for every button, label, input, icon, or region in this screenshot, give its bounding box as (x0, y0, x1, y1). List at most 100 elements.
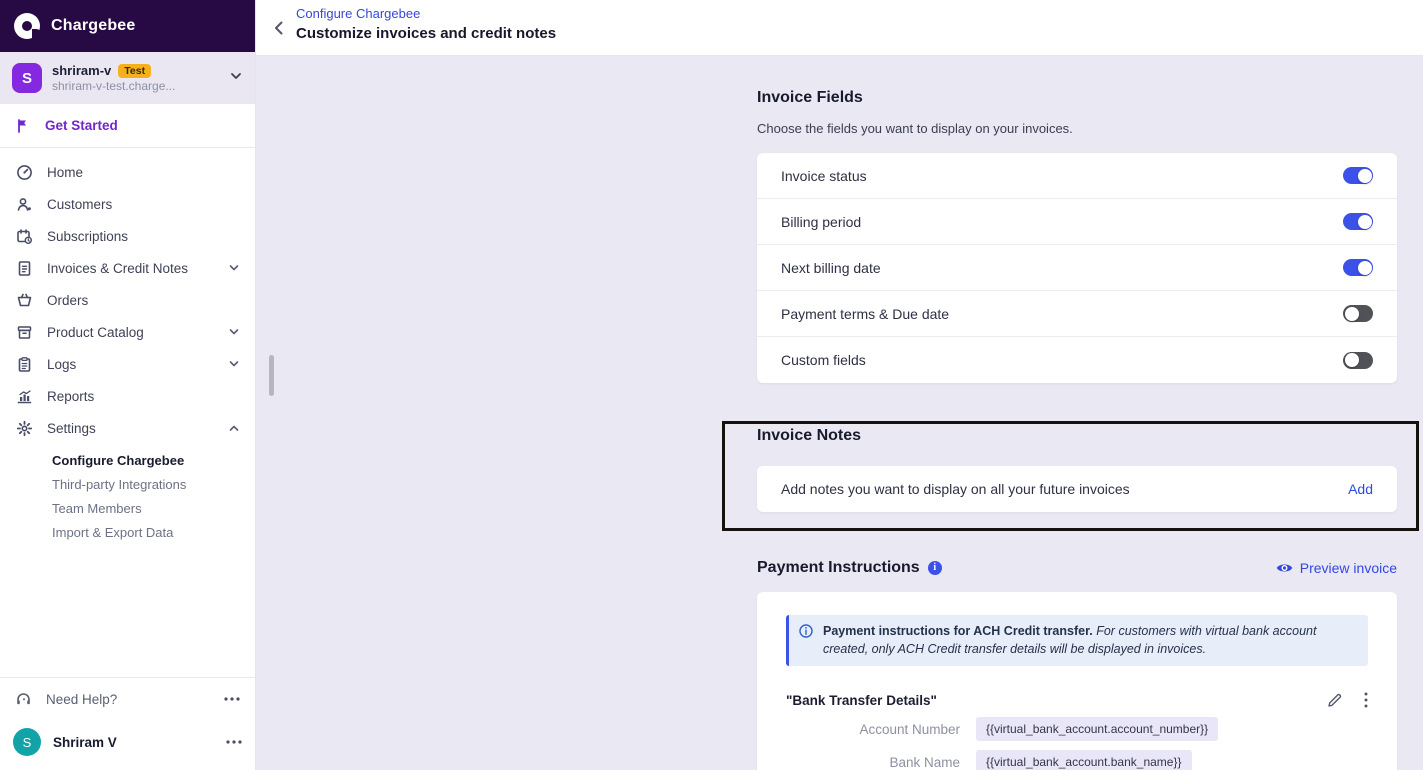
invoice-fields-subtitle: Choose the fields you want to display on… (757, 121, 1073, 136)
sidebar-item-product-catalog[interactable]: Product Catalog (0, 316, 255, 348)
sidebar-item-third-party-integrations[interactable]: Third-party Integrations (0, 472, 255, 496)
nav-label: Invoices & Credit Notes (47, 260, 189, 276)
site-name: shriram-v (52, 63, 112, 78)
ellipsis-icon[interactable] (224, 697, 240, 701)
sidebar-item-configure-chargebee[interactable]: Configure Chargebee (0, 448, 255, 472)
brand-header: Chargebee (0, 0, 255, 52)
sidebar-bottom: Need Help? S Shriram V (0, 677, 255, 770)
nav-label: Customers (47, 196, 113, 212)
kebab-menu-icon[interactable] (1364, 692, 1368, 708)
sidebar: Chargebee S shriram-v Test shriram-v-tes… (0, 0, 256, 770)
toggle-row-billing-period: Billing period (757, 199, 1397, 245)
payment-instructions-title: Payment Instructions (757, 559, 920, 576)
settings-column: Invoice Fields Choose the fields you wan… (757, 56, 1397, 770)
sidebar-item-customers[interactable]: Customers (0, 188, 255, 220)
chevron-down-icon (228, 326, 240, 338)
field-label: Account Number (859, 721, 960, 737)
site-domain: shriram-v-test.charge... (52, 79, 176, 93)
nav-label: Settings (47, 420, 96, 436)
toggle-label: Next billing date (781, 259, 881, 276)
sidebar-item-logs[interactable]: Logs (0, 348, 255, 380)
get-started-label: Get Started (45, 118, 118, 133)
toggle-row-next-billing-date: Next billing date (757, 245, 1397, 291)
field-label: Bank Name (889, 754, 960, 770)
billing-period-toggle[interactable] (1343, 213, 1373, 230)
main-content: Invoice Fields Choose the fields you wan… (256, 56, 1423, 770)
sidebar-item-import-export-data[interactable]: Import & Export Data (0, 520, 255, 544)
invoice-notes-card: Add notes you want to display on all you… (757, 466, 1397, 512)
payment-instructions-card: Payment instructions for ACH Credit tran… (757, 592, 1397, 770)
preview-invoice-button[interactable]: Preview invoice (1276, 560, 1397, 576)
sidebar-item-reports[interactable]: Reports (0, 380, 255, 412)
field-row-account-number: Account Number {{virtual_bank_account.ac… (786, 717, 1368, 741)
chevron-down-icon (228, 358, 240, 370)
nav-label: Home (47, 164, 84, 180)
toggle-row-custom-fields: Custom fields (757, 337, 1397, 383)
user-name: Shriram V (53, 734, 117, 750)
site-avatar: S (12, 63, 42, 93)
settings-icon (15, 419, 33, 437)
sidebar-item-invoices[interactable]: Invoices & Credit Notes (0, 252, 255, 284)
invoice-notes-title: Invoice Notes (757, 427, 862, 444)
brand-name: Chargebee (51, 17, 136, 34)
sidebar-item-subscriptions[interactable]: Subscriptions (0, 220, 255, 252)
ellipsis-icon[interactable] (226, 740, 242, 744)
invoice-fields-card: Invoice status Billing period Next billi… (757, 153, 1397, 383)
merge-var-chip: {{virtual_bank_account.bank_name}} (976, 750, 1192, 770)
custom-fields-toggle[interactable] (1343, 351, 1373, 369)
toggle-label: Invoice status (781, 167, 867, 184)
customers-icon (15, 195, 33, 213)
next-billing-date-toggle[interactable] (1343, 259, 1373, 276)
nav-label: Orders (47, 292, 89, 308)
invoice-notes-text: Add notes you want to display on all you… (781, 481, 1130, 497)
logs-icon (15, 355, 33, 373)
toggle-label: Payment terms & Due date (781, 305, 950, 322)
ach-info-banner: Payment instructions for ACH Credit tran… (786, 615, 1368, 666)
chevron-down-icon (229, 69, 243, 88)
settings-subnav: Configure Chargebee Third-party Integrat… (0, 444, 255, 544)
back-chevron-icon[interactable] (268, 16, 288, 40)
breadcrumb[interactable]: Configure Chargebee (296, 6, 420, 21)
edit-pencil-icon[interactable] (1327, 693, 1342, 708)
need-help-label: Need Help? (46, 691, 118, 707)
field-row-bank-name: Bank Name {{virtual_bank_account.bank_na… (786, 750, 1368, 770)
account-switcher[interactable]: S shriram-v Test shriram-v-test.charge..… (0, 52, 255, 104)
sidebar-item-settings[interactable]: Settings (0, 412, 255, 444)
need-help-item[interactable]: Need Help? (0, 678, 255, 720)
toggle-row-invoice-status: Invoice status (757, 153, 1397, 199)
scrollbar-thumb[interactable] (269, 355, 274, 396)
subscriptions-icon (15, 227, 33, 245)
chargebee-logo-icon (14, 13, 41, 39)
reports-icon (15, 387, 33, 405)
info-icon[interactable]: i (927, 560, 942, 575)
sidebar-item-get-started[interactable]: Get Started (0, 104, 255, 148)
topbar: Configure Chargebee Customize invoices a… (256, 0, 1423, 56)
test-badge: Test (118, 63, 152, 78)
bank-transfer-title: "Bank Transfer Details" (786, 692, 937, 708)
user-menu[interactable]: S Shriram V (0, 720, 255, 764)
sidebar-item-orders[interactable]: Orders (0, 284, 255, 316)
bank-transfer-header: "Bank Transfer Details" (786, 692, 1368, 708)
info-circle-icon (799, 624, 813, 658)
nav-label: Product Catalog (47, 324, 144, 340)
page-title: Customize invoices and credit notes (296, 25, 557, 42)
nav-label: Reports (47, 388, 95, 404)
invoice-fields-title: Invoice Fields (757, 89, 863, 106)
flag-icon (15, 118, 31, 134)
merge-var-chip: {{virtual_bank_account.account_number}} (976, 717, 1219, 741)
catalog-icon (15, 323, 33, 341)
toggle-label: Billing period (781, 213, 862, 230)
nav-label: Subscriptions (47, 228, 129, 244)
add-notes-button[interactable]: Add (1348, 481, 1373, 497)
eye-icon (1276, 562, 1293, 574)
chevron-down-icon (228, 262, 240, 274)
toggle-label: Custom fields (781, 352, 866, 368)
payment-terms-toggle[interactable] (1343, 305, 1373, 322)
invoice-status-toggle[interactable] (1343, 167, 1373, 184)
invoice-icon (15, 259, 33, 277)
gauge-icon (15, 163, 33, 181)
sidebar-item-home[interactable]: Home (0, 156, 255, 188)
toggle-row-payment-terms: Payment terms & Due date (757, 291, 1397, 337)
sidebar-item-team-members[interactable]: Team Members (0, 496, 255, 520)
